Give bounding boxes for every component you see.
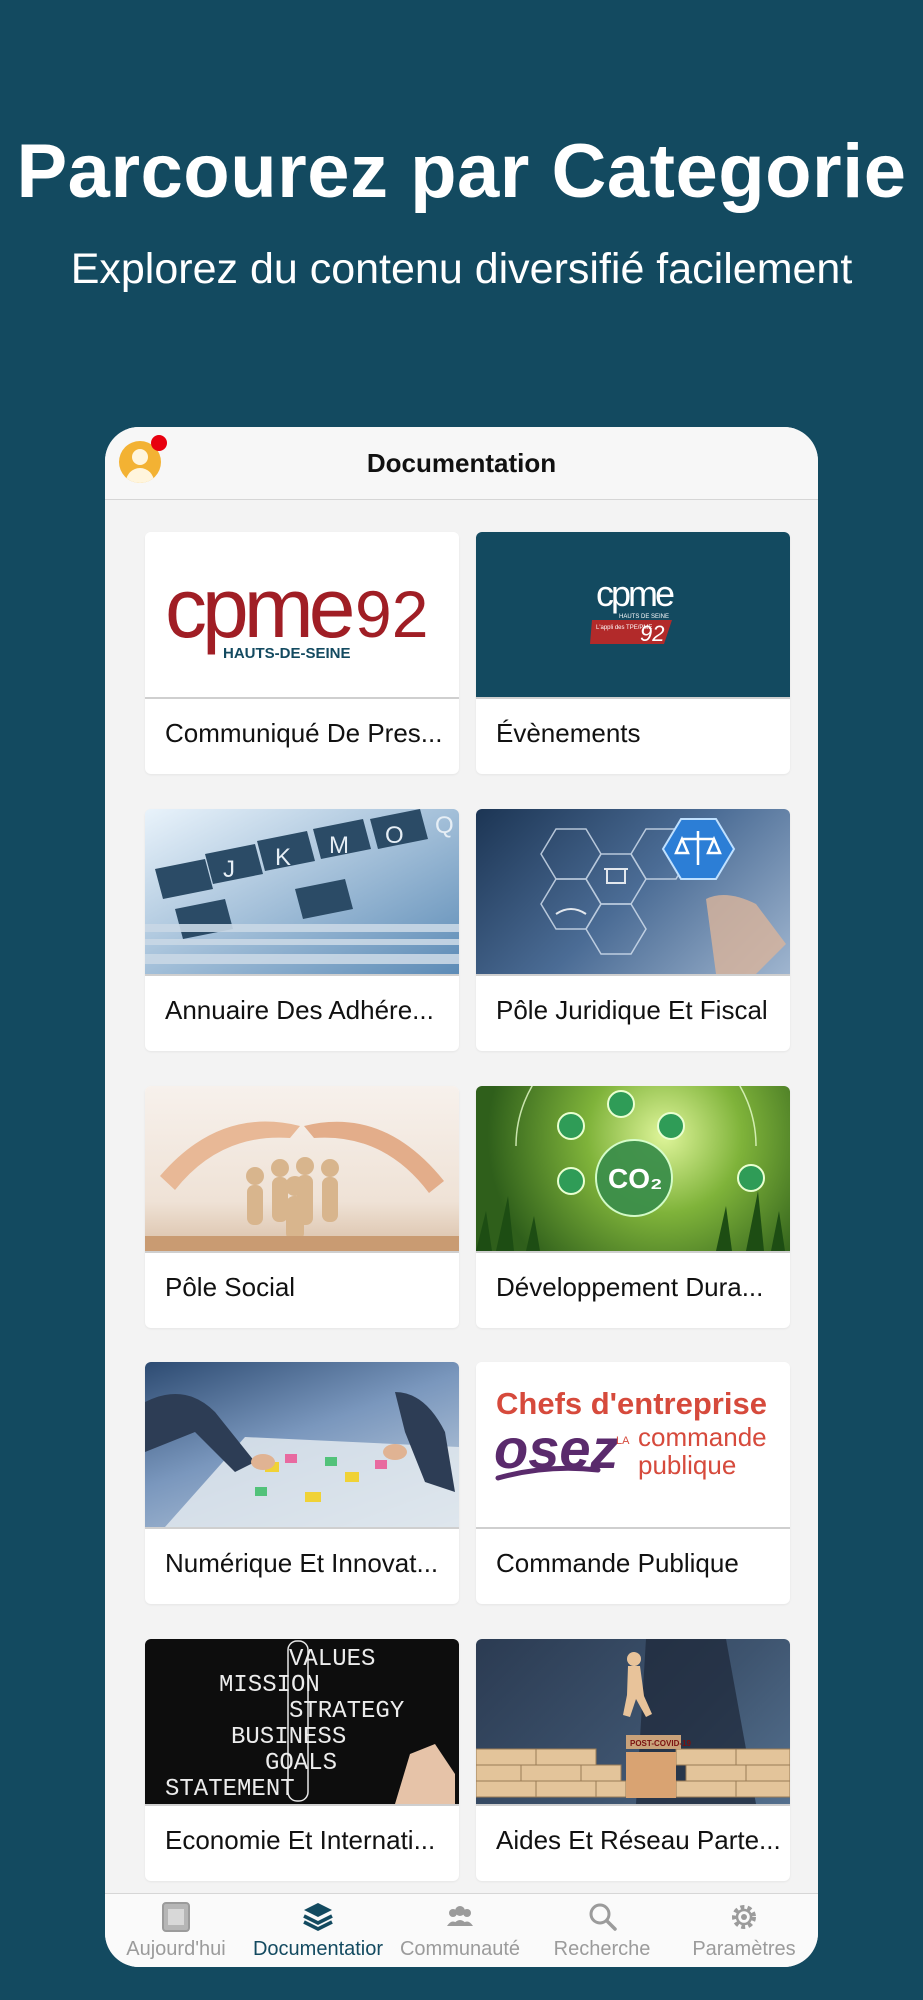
card-label: Commande Publique	[496, 1548, 739, 1578]
category-card-aides[interactable]: POST-COVID-19 Aides Et Réseau Parte...	[476, 1639, 790, 1881]
sign-text: POST-COVID-19	[630, 1739, 691, 1748]
card-label: Annuaire Des Adhére...	[165, 995, 434, 1025]
logo-text: cpme	[165, 561, 352, 655]
hands-protecting-figures-photo	[145, 1086, 459, 1253]
tab-label: Aujourd'hui	[126, 1938, 226, 1960]
hero-subtitle: Explorez du contenu diversifié facilemen…	[70, 245, 853, 293]
category-card-numerique[interactable]: Numérique Et Innovat...	[145, 1362, 459, 1604]
file-index-tabs-photo: J K M O Q	[145, 809, 459, 976]
tab-bar: Aujourd'hui Documentatior Communauté Rec…	[105, 1893, 818, 1967]
legal-icons-hexagon-photo	[476, 809, 790, 976]
category-card-commande-publique[interactable]: Chefs d'entreprise osez LA commande publ…	[476, 1362, 790, 1604]
tab-letter: Q	[435, 812, 454, 839]
cpme92-logo: cpme 92 HAUTS-DE-SEINE	[145, 532, 459, 699]
tab-label: Paramètres	[692, 1938, 796, 1960]
logo-number: 92	[355, 577, 428, 651]
category-card-annuaire[interactable]: J K M O Q Annuaire Des Adhére...	[145, 809, 459, 1051]
tab-parametres[interactable]: Paramètres	[673, 1894, 815, 1967]
logo-line3a: LA	[616, 1435, 630, 1447]
tab-communaute[interactable]: Communauté	[389, 1894, 531, 1967]
tab-documentation[interactable]: Documentatior	[247, 1894, 389, 1967]
category-card-developpement[interactable]: CO₂ Développement Dura...	[476, 1086, 790, 1328]
today-icon	[162, 1902, 190, 1932]
card-label: Évènements	[496, 718, 641, 748]
logo-text: cpme	[596, 573, 674, 614]
chalkboard-mission-vision-photo: VALUES MISSION STRATEGY BUSINESS GOALS S…	[145, 1639, 459, 1806]
card-label: Aides Et Réseau Parte...	[496, 1825, 781, 1855]
osez-commande-publique-logo: Chefs d'entreprise osez LA commande publ…	[476, 1362, 790, 1529]
tab-letter: O	[385, 822, 404, 849]
tab-letter: M	[329, 832, 349, 859]
category-card-juridique[interactable]: Pôle Juridique Et Fiscal	[476, 809, 790, 1051]
chalk-word: BUSINESS	[231, 1724, 346, 1751]
chalk-word: VALUES	[289, 1646, 375, 1673]
category-card-social[interactable]: Pôle Social	[145, 1086, 459, 1328]
cpme92-app-logo: cpme HAUTS DE SEINE L'appli des TPE/PME …	[476, 532, 790, 699]
card-label: Développement Dura...	[496, 1272, 764, 1302]
logo-subtitle: HAUTS-DE-SEINE	[223, 645, 351, 662]
category-card-economie[interactable]: VALUES MISSION STRATEGY BUSINESS GOALS S…	[145, 1639, 459, 1881]
page-title: Documentation	[366, 448, 557, 478]
logo-line1: Chefs d'entreprise	[496, 1386, 767, 1421]
layers-icon	[303, 1903, 333, 1931]
chalk-word: GOALS	[265, 1750, 337, 1777]
co2-globe-grass-photo: CO₂	[476, 1086, 790, 1253]
hero-title: Parcourez par Categorie	[16, 129, 907, 214]
app-screen: Documentation cpme 92 HAUTS-DE-SEINE Com…	[105, 427, 818, 1967]
chalk-word: STATEMENT	[165, 1776, 295, 1803]
chalk-word: STRATEGY	[289, 1698, 404, 1725]
co2-label: CO₂	[608, 1163, 662, 1194]
tab-letter: J	[223, 856, 235, 883]
tab-letter: K	[275, 844, 291, 871]
tab-label: Communauté	[399, 1938, 521, 1960]
tab-aujourdhui[interactable]: Aujourd'hui	[105, 1894, 247, 1967]
team-planning-table-photo	[145, 1362, 459, 1529]
category-card-communique[interactable]: cpme 92 HAUTS-DE-SEINE Communiqué De Pre…	[145, 532, 459, 774]
logo-line4: publique	[638, 1450, 736, 1480]
chalk-word: MISSION	[219, 1672, 320, 1699]
card-label: Pôle Social	[165, 1272, 296, 1302]
logo-line3b: commande	[638, 1422, 767, 1452]
search-icon	[589, 1903, 617, 1931]
tab-label: Documentatior	[252, 1938, 384, 1960]
card-label: Numérique Et Innovat...	[165, 1548, 439, 1578]
navigation-bar: Documentation	[105, 427, 818, 500]
card-label: Economie Et Internati...	[165, 1825, 436, 1855]
category-card-evenements[interactable]: cpme HAUTS DE SEINE L'appli des TPE/PME …	[476, 532, 790, 774]
tab-recherche[interactable]: Recherche	[531, 1894, 673, 1967]
gear-icon	[732, 1905, 756, 1929]
community-icon	[447, 1906, 473, 1926]
logo-subtitle: HAUTS DE SEINE	[619, 614, 669, 620]
badge-number: 92	[640, 621, 664, 646]
post-covid-blocks-photo: POST-COVID-19	[476, 1639, 790, 1806]
card-label: Communiqué De Pres...	[165, 718, 443, 748]
tab-label: Recherche	[553, 1938, 651, 1960]
card-label: Pôle Juridique Et Fiscal	[496, 995, 768, 1025]
